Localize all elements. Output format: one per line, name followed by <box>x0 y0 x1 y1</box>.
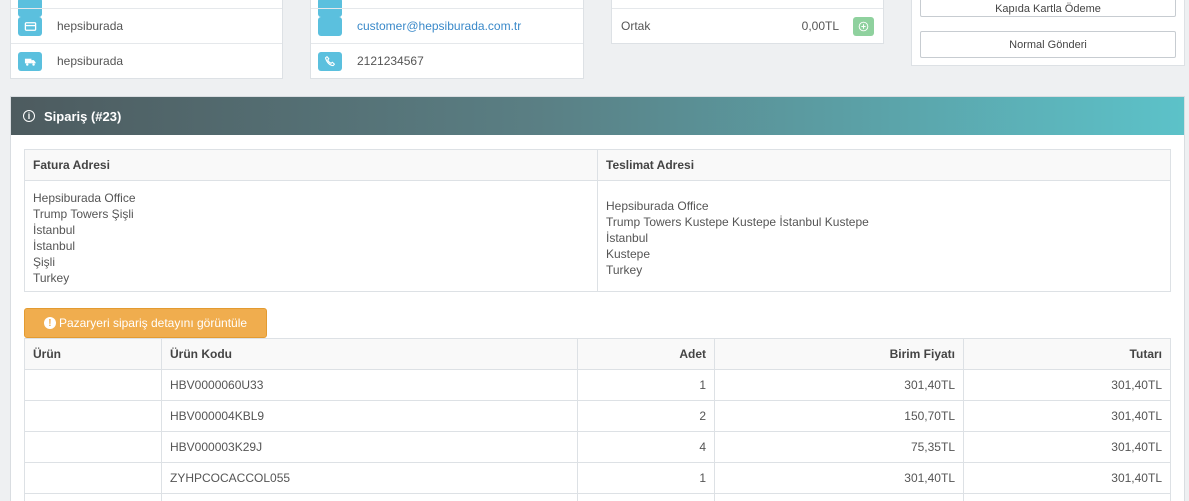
table-row: HBV000003K29J 4 75,35TL 301,40TL <box>24 431 1171 463</box>
qty-cell: 1 <box>577 369 715 401</box>
envelope-icon <box>318 16 342 36</box>
code-cell: HBV000004KBL9 <box>161 400 578 432</box>
unit-price-cell: 301,40TL <box>714 462 964 494</box>
customer-panel: hepsiburada hepsiburada <box>10 0 283 79</box>
payment-method-button[interactable]: Kapıda Kartla Ödeme <box>920 0 1176 17</box>
unit-price-cell: 75,35TL <box>714 431 964 463</box>
credit-card-icon <box>18 16 42 36</box>
column-total: Tutarı <box>963 338 1171 370</box>
code-cell: HBV0000060U33 <box>161 369 578 401</box>
address-line: Trump Towers Şişli <box>33 207 134 221</box>
billing-method-row: hepsiburada <box>11 8 282 43</box>
address-line: İstanbul <box>606 231 649 245</box>
unit-price-cell: 150,70TL <box>714 400 964 432</box>
unit-price-cell: 301,40TL <box>714 369 964 401</box>
totals-value-wrap: 0,00TL <box>801 16 874 36</box>
table-header-row: Ürün Ürün Kodu Adet Birim Fiyatı Tutarı <box>24 338 1171 370</box>
phone-text: 2121234567 <box>357 54 424 68</box>
address-line: Turkey <box>606 263 643 277</box>
shipping-type-label: Normal Gönderi <box>1009 38 1087 51</box>
info-icon: i <box>23 110 35 122</box>
contact-panel: customer@hepsiburada.com.tr 2121234567 <box>310 0 584 79</box>
address-line: İstanbul <box>33 239 76 253</box>
shipping-method-row: hepsiburada <box>11 43 282 78</box>
table-row: HBV000004KBL9 2 150,70TL 301,40TL <box>24 400 1171 432</box>
table-row <box>24 493 1171 501</box>
email-row: customer@hepsiburada.com.tr <box>311 8 583 43</box>
address-line: Turkey <box>33 271 70 285</box>
address-line: Trump Towers Kustepe Kustepe İstanbul Ku… <box>606 215 869 229</box>
address-line: Hepsiburada Office <box>606 199 709 213</box>
shipping-address-header: Teslimat Adresi <box>597 149 1171 181</box>
totals-label: Ortak <box>621 19 651 33</box>
total-cell: 301,40TL <box>963 462 1171 494</box>
billing-address-header: Fatura Adresi <box>24 149 598 181</box>
exclamation-icon: ! <box>43 317 56 329</box>
column-qty: Adet <box>577 338 715 370</box>
address-line: İstanbul <box>33 223 76 237</box>
qty-cell: 4 <box>577 431 715 463</box>
order-items-table: Ürün Ürün Kodu Adet Birim Fiyatı Tutarı … <box>24 338 1171 501</box>
order-panel: i Sipariş (#23) Fatura Adresi Teslimat A… <box>10 96 1185 501</box>
total-cell: 301,40TL <box>963 431 1171 463</box>
order-title: Sipariş (#23) <box>44 108 122 124</box>
payment-method-label: Kapıda Kartla Ödeme <box>995 3 1101 15</box>
shipping-options-panel: Kapıda Kartla Ödeme Normal Gönderi <box>911 0 1185 66</box>
product-cell <box>24 462 162 494</box>
total-cell: 301,40TL <box>963 400 1171 432</box>
product-cell <box>24 369 162 401</box>
email-link[interactable]: customer@hepsiburada.com.tr <box>357 19 521 33</box>
qty-cell: 1 <box>577 462 715 494</box>
column-unit-price: Birim Fiyatı <box>714 338 964 370</box>
billing-address: Hepsiburada Office Trump Towers Şişli İs… <box>24 180 598 292</box>
column-product: Ürün <box>24 338 162 370</box>
totals-panel: Ortak 0,00TL <box>611 0 884 44</box>
truck-icon <box>18 51 42 71</box>
plus-circle-icon[interactable] <box>853 16 874 36</box>
marketplace-detail-button[interactable]: ! Pazaryeri sipariş detayını görüntüle <box>24 308 267 338</box>
table-row: ZYHPCOCACCOL055 1 301,40TL 301,40TL <box>24 462 1171 494</box>
code-cell: ZYHPCOCACCOL055 <box>161 462 578 494</box>
marketplace-detail-label: Pazaryeri sipariş detayını görüntüle <box>58 316 248 330</box>
address-line: Kustepe <box>606 247 651 261</box>
totals-value: 0,00TL <box>801 19 839 33</box>
product-cell <box>24 431 162 463</box>
billing-provider-text: hepsiburada <box>57 19 124 33</box>
order-header: i Sipariş (#23) <box>11 97 1184 135</box>
shipping-address: Hepsiburada Office Trump Towers Kustepe … <box>597 180 1171 292</box>
table-row: HBV0000060U33 1 301,40TL 301,40TL <box>24 369 1171 401</box>
phone-icon <box>318 51 342 71</box>
shipping-type-button[interactable]: Normal Gönderi <box>920 31 1176 58</box>
product-cell <box>24 400 162 432</box>
address-table: Fatura Adresi Teslimat Adresi Hepsiburad… <box>24 149 1171 292</box>
phone-row: 2121234567 <box>311 43 583 78</box>
total-cell: 301,40TL <box>963 369 1171 401</box>
column-code: Ürün Kodu <box>161 338 578 370</box>
code-cell: HBV000003K29J <box>161 431 578 463</box>
address-line: Hepsiburada Office <box>33 191 136 205</box>
shipping-provider-text: hepsiburada <box>57 54 124 68</box>
address-line: Şişli <box>33 255 56 269</box>
qty-cell: 2 <box>577 400 715 432</box>
totals-row: Ortak 0,00TL <box>612 8 883 43</box>
